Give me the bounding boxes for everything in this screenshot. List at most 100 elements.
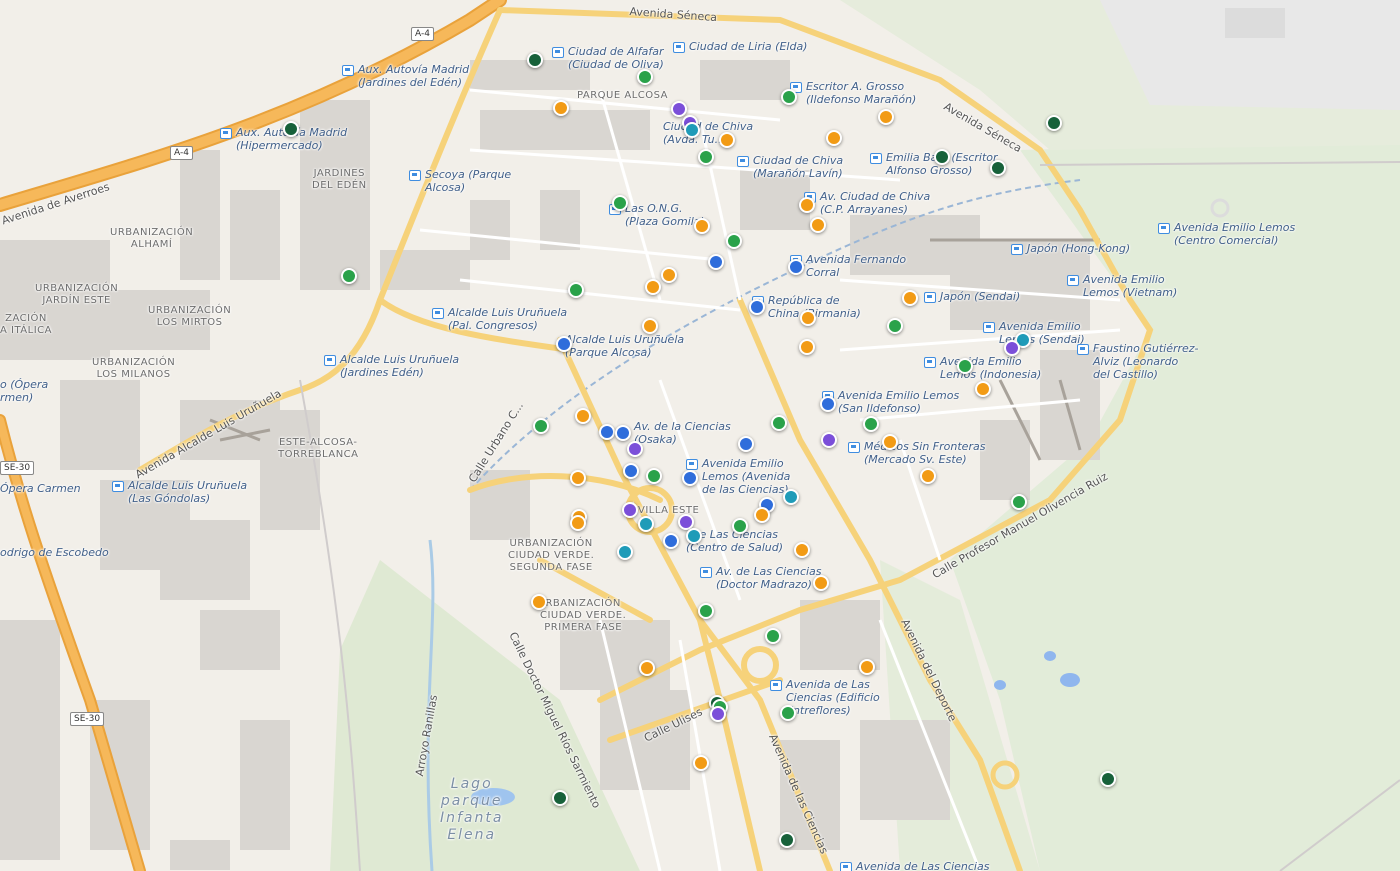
map-marker-darkgreen[interactable]	[527, 52, 543, 68]
map-marker-purple[interactable]	[622, 502, 638, 518]
map-marker-orange[interactable]	[920, 468, 936, 484]
map-marker-teal[interactable]	[684, 122, 700, 138]
bus-stop-icon[interactable]	[924, 357, 936, 368]
bus-stop-icon[interactable]	[924, 292, 936, 303]
map-marker-purple[interactable]	[821, 432, 837, 448]
map-marker-orange[interactable]	[813, 575, 829, 591]
bus-stop-icon[interactable]	[673, 42, 685, 53]
map-marker-blue[interactable]	[615, 425, 631, 441]
map-marker-darkgreen[interactable]	[934, 149, 950, 165]
map-marker-green[interactable]	[781, 89, 797, 105]
map-marker-orange[interactable]	[693, 755, 709, 771]
map-marker-green[interactable]	[887, 318, 903, 334]
bus-stop-icon[interactable]	[983, 322, 995, 333]
map-marker-green[interactable]	[568, 282, 584, 298]
route-shield-se30-left: SE-30	[0, 461, 35, 475]
map-marker-orange[interactable]	[794, 542, 810, 558]
map-marker-green[interactable]	[780, 705, 796, 721]
map-marker-orange[interactable]	[642, 318, 658, 334]
map-canvas[interactable]: Avenida Séneca Avenida Séneca Avenida de A…	[0, 0, 1400, 871]
map-marker-orange[interactable]	[810, 217, 826, 233]
bus-stop-icon[interactable]	[112, 481, 124, 492]
bus-stop-icon[interactable]	[342, 65, 354, 76]
bus-stop-icon[interactable]	[1077, 344, 1089, 355]
map-marker-green[interactable]	[341, 268, 357, 284]
map-marker-green[interactable]	[863, 416, 879, 432]
map-marker-darkgreen[interactable]	[990, 160, 1006, 176]
map-marker-green[interactable]	[698, 149, 714, 165]
map-marker-orange[interactable]	[859, 659, 875, 675]
map-marker-orange[interactable]	[570, 470, 586, 486]
map-marker-orange[interactable]	[799, 197, 815, 213]
bus-stop-icon[interactable]	[1011, 244, 1023, 255]
map-marker-purple[interactable]	[710, 706, 726, 722]
map-marker-blue[interactable]	[788, 259, 804, 275]
map-marker-green[interactable]	[732, 518, 748, 534]
map-marker-orange[interactable]	[799, 339, 815, 355]
map-marker-orange[interactable]	[570, 515, 586, 531]
bus-stop-icon[interactable]	[432, 308, 444, 319]
map-marker-blue[interactable]	[663, 533, 679, 549]
bus-stop-icon[interactable]	[1067, 275, 1079, 286]
map-marker-orange[interactable]	[975, 381, 991, 397]
map-marker-green[interactable]	[698, 603, 714, 619]
map-marker-teal[interactable]	[617, 544, 633, 560]
map-marker-orange[interactable]	[826, 130, 842, 146]
map-marker-orange[interactable]	[719, 132, 735, 148]
map-marker-orange[interactable]	[661, 267, 677, 283]
map-marker-blue[interactable]	[749, 299, 765, 315]
map-marker-blue[interactable]	[623, 463, 639, 479]
map-marker-purple[interactable]	[671, 101, 687, 117]
bus-stop-icon[interactable]	[870, 153, 882, 164]
map-marker-blue[interactable]	[708, 254, 724, 270]
map-marker-darkgreen[interactable]	[552, 790, 568, 806]
bus-stop-icon[interactable]	[1158, 223, 1170, 234]
map-marker-blue[interactable]	[556, 336, 572, 352]
map-marker-darkgreen[interactable]	[1046, 115, 1062, 131]
bus-stop-icon[interactable]	[409, 170, 421, 181]
map-marker-teal[interactable]	[686, 528, 702, 544]
bus-stop-icon[interactable]	[840, 862, 852, 871]
route-shield-a4-left: A-4	[170, 146, 193, 160]
route-shield-se30-bottom: SE-30	[70, 712, 105, 726]
map-marker-blue[interactable]	[599, 424, 615, 440]
map-marker-green[interactable]	[726, 233, 742, 249]
map-marker-orange[interactable]	[902, 290, 918, 306]
map-marker-orange[interactable]	[553, 100, 569, 116]
bus-stop-icon[interactable]	[686, 459, 698, 470]
map-marker-green[interactable]	[612, 195, 628, 211]
map-marker-green[interactable]	[533, 418, 549, 434]
map-marker-orange[interactable]	[531, 594, 547, 610]
map-marker-green[interactable]	[771, 415, 787, 431]
map-marker-teal[interactable]	[638, 516, 654, 532]
map-marker-blue[interactable]	[738, 436, 754, 452]
map-marker-orange[interactable]	[754, 507, 770, 523]
bus-stop-icon[interactable]	[770, 680, 782, 691]
map-marker-orange[interactable]	[639, 660, 655, 676]
map-marker-orange[interactable]	[694, 218, 710, 234]
map-marker-orange[interactable]	[575, 408, 591, 424]
map-marker-blue[interactable]	[820, 396, 836, 412]
bus-stop-icon[interactable]	[848, 442, 860, 453]
map-marker-darkgreen[interactable]	[779, 832, 795, 848]
map-marker-green[interactable]	[646, 468, 662, 484]
map-marker-orange[interactable]	[882, 434, 898, 450]
map-marker-green[interactable]	[957, 358, 973, 374]
map-marker-blue[interactable]	[682, 470, 698, 486]
map-marker-orange[interactable]	[878, 109, 894, 125]
map-marker-green[interactable]	[765, 628, 781, 644]
bus-stop-icon[interactable]	[552, 47, 564, 58]
map-marker-purple[interactable]	[627, 441, 643, 457]
map-marker-darkgreen[interactable]	[283, 121, 299, 137]
bus-stop-icon[interactable]	[324, 355, 336, 366]
map-marker-green[interactable]	[1011, 494, 1027, 510]
bus-stop-icon[interactable]	[700, 567, 712, 578]
bus-stop-icon[interactable]	[737, 156, 749, 167]
map-marker-green[interactable]	[637, 69, 653, 85]
map-marker-purple[interactable]	[1004, 340, 1020, 356]
map-marker-darkgreen[interactable]	[1100, 771, 1116, 787]
bus-stop-icon[interactable]	[220, 128, 232, 139]
map-marker-teal[interactable]	[783, 489, 799, 505]
map-marker-orange[interactable]	[645, 279, 661, 295]
map-marker-orange[interactable]	[800, 310, 816, 326]
